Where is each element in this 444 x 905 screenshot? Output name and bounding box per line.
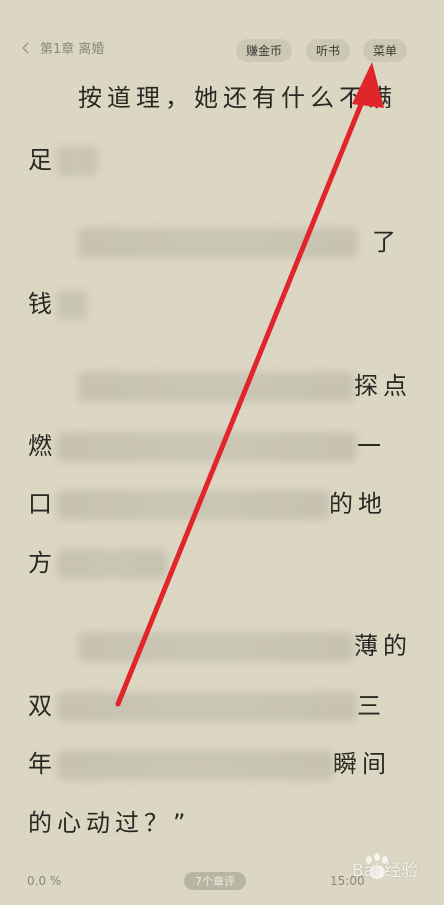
reader-page: 第1章 离婚 赚金币 听书 菜单 按道理，她还有什么不满 足 了 钱 探点 燃一…	[0, 0, 444, 905]
annotation-arrow-icon	[115, 62, 384, 707]
